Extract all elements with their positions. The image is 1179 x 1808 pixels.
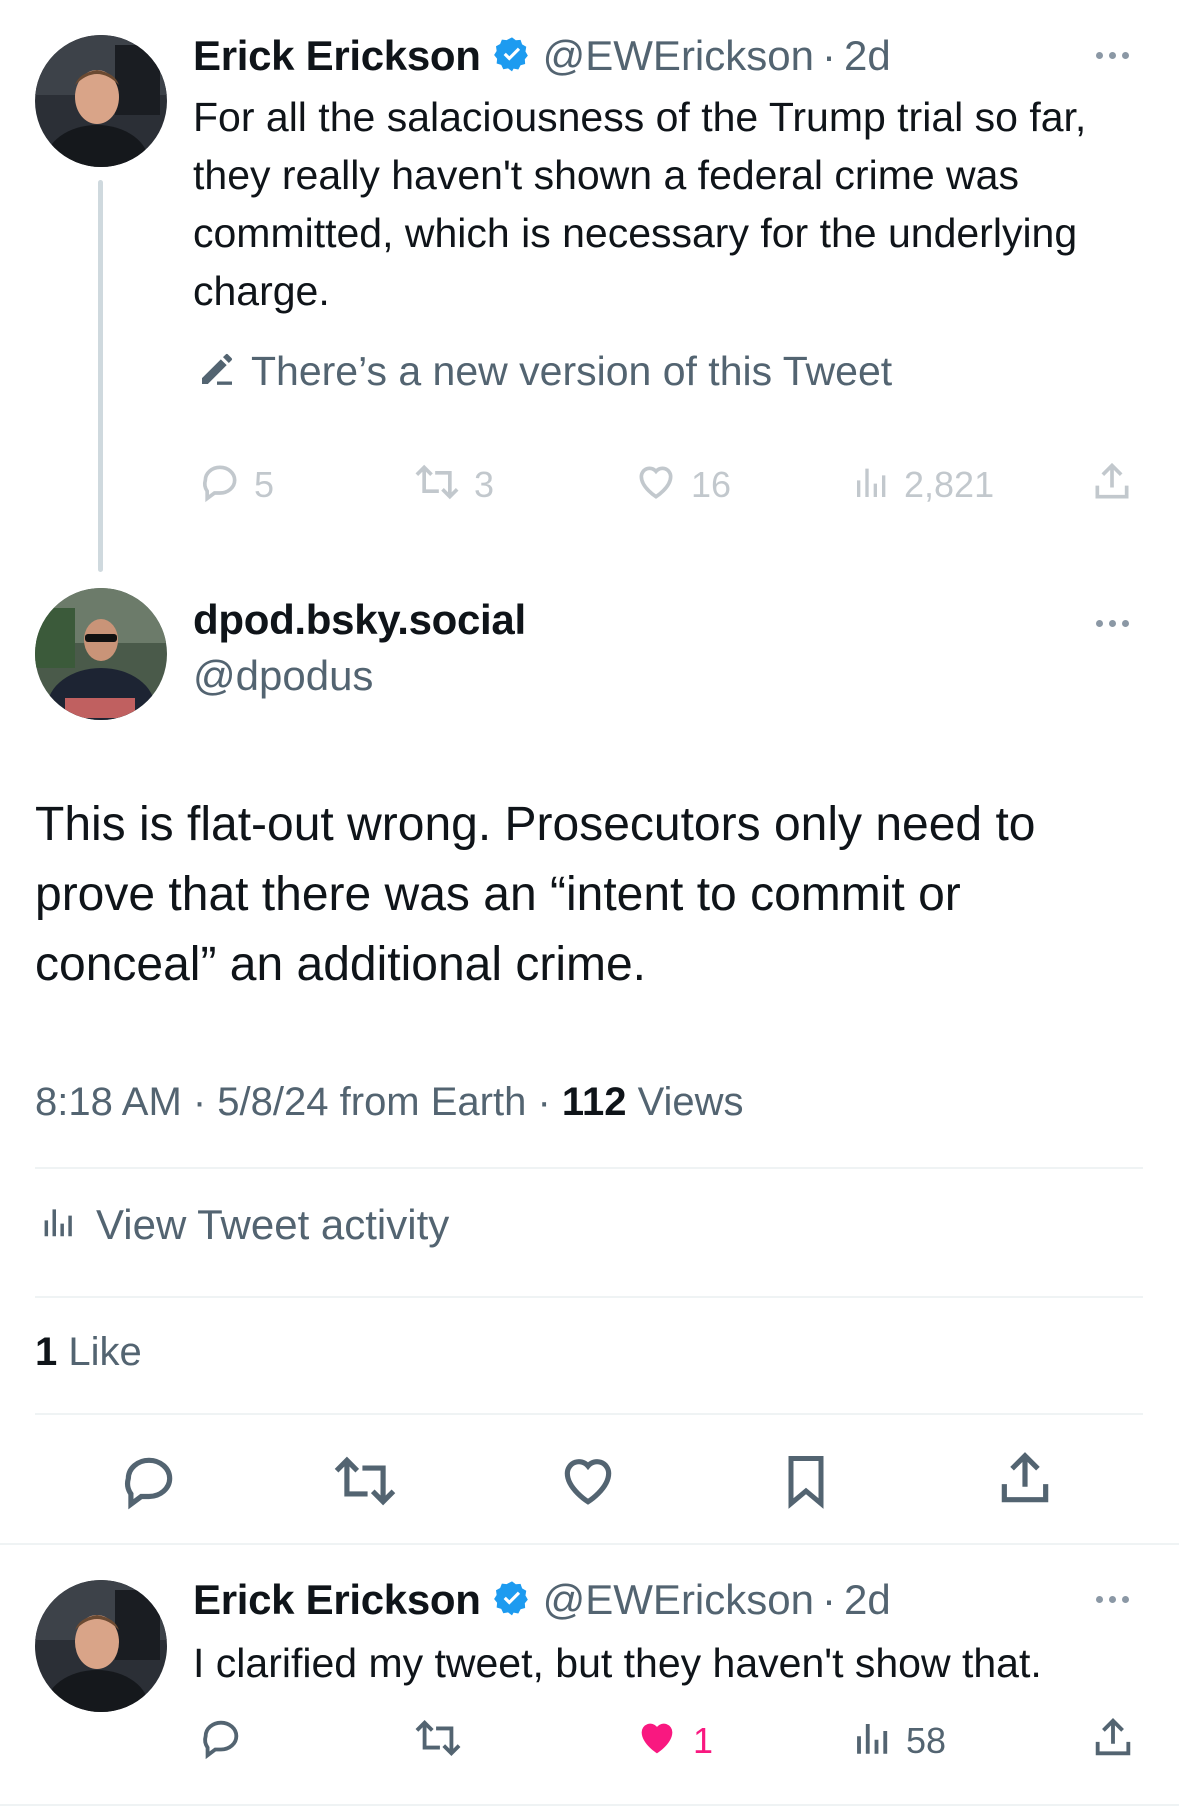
verified-badge-icon bbox=[493, 35, 531, 78]
like-label: Like bbox=[68, 1330, 142, 1374]
views-count: 2,821 bbox=[904, 463, 995, 505]
new-version-text: There’s a new version of this Tweet bbox=[251, 348, 893, 394]
share-icon bbox=[994, 1452, 1056, 1514]
tweet-text: For all the salaciousness of the Trump t… bbox=[193, 94, 1087, 314]
like-count: 1 bbox=[35, 1330, 58, 1374]
author-name[interactable]: Erick Erickson bbox=[193, 1576, 481, 1624]
divider bbox=[35, 1413, 1143, 1415]
pencil-icon bbox=[197, 349, 237, 394]
tweet-meta: 8:18 AM · 5/8/24 from Earth · 112 Views bbox=[35, 1080, 744, 1125]
views-icon bbox=[852, 1715, 894, 1766]
reply-button[interactable]: 5 bbox=[198, 460, 274, 509]
retweet-count: 3 bbox=[474, 463, 495, 505]
thread-line bbox=[98, 180, 103, 572]
heart-icon bbox=[633, 460, 679, 509]
divider bbox=[35, 1167, 1143, 1169]
reply-icon bbox=[198, 460, 242, 509]
reply-icon bbox=[198, 1715, 244, 1766]
tweet-age[interactable]: 2d bbox=[844, 1576, 891, 1624]
bookmark-button[interactable] bbox=[776, 1450, 836, 1517]
more-dots-icon[interactable] bbox=[1096, 1596, 1129, 1603]
like-button[interactable]: 1 bbox=[633, 1715, 713, 1766]
author-name[interactable]: dpod.bsky.social bbox=[193, 596, 526, 644]
divider bbox=[0, 1804, 1179, 1806]
avatar[interactable] bbox=[35, 588, 167, 720]
tweet-age[interactable]: 2d bbox=[844, 32, 891, 80]
more-dots-icon[interactable] bbox=[1096, 620, 1129, 627]
verified-badge-icon bbox=[493, 1579, 531, 1622]
like-count: 16 bbox=[691, 463, 732, 505]
separator: · bbox=[821, 1576, 836, 1623]
views-count: 112 bbox=[561, 1080, 627, 1124]
views-button[interactable]: 2,821 bbox=[852, 460, 994, 509]
more-dots-icon[interactable] bbox=[1096, 52, 1129, 59]
reply-icon bbox=[118, 1457, 180, 1516]
retweet-button[interactable] bbox=[412, 1715, 464, 1766]
tweet-header: Erick Erickson @EWErickson · 2d bbox=[193, 1574, 891, 1626]
avatar[interactable] bbox=[35, 1580, 167, 1712]
heart-icon bbox=[557, 1459, 619, 1516]
share-icon[interactable] bbox=[1090, 460, 1134, 509]
like-button[interactable]: 16 bbox=[633, 460, 731, 509]
author-name[interactable]: Erick Erickson bbox=[193, 32, 481, 80]
retweet-icon bbox=[331, 1456, 399, 1516]
bookmark-icon bbox=[776, 1456, 836, 1516]
views-button[interactable]: 58 bbox=[852, 1715, 946, 1766]
author-handle[interactable]: @dpodus bbox=[193, 652, 373, 700]
divider bbox=[35, 1296, 1143, 1298]
tweet-text: I clarified my tweet, but they haven't s… bbox=[193, 1640, 1042, 1686]
reply-count: 5 bbox=[254, 463, 275, 505]
retweet-icon bbox=[412, 1715, 464, 1766]
reply-button[interactable] bbox=[118, 1450, 180, 1517]
views-icon bbox=[40, 1200, 78, 1249]
reply-button[interactable] bbox=[198, 1715, 244, 1766]
like-button[interactable] bbox=[557, 1450, 619, 1517]
views-label: Views bbox=[637, 1080, 744, 1124]
views-count: 58 bbox=[906, 1719, 947, 1761]
share-icon[interactable] bbox=[1090, 1715, 1136, 1766]
retweet-button[interactable]: 3 bbox=[412, 460, 494, 509]
avatar[interactable] bbox=[35, 35, 167, 167]
retweet-button[interactable] bbox=[331, 1450, 399, 1517]
tweet-header: Erick Erickson @EWErickson · 2d bbox=[193, 30, 891, 82]
author-handle[interactable]: @EWErickson bbox=[543, 32, 814, 80]
likes-summary[interactable]: 1 Like bbox=[35, 1330, 142, 1375]
divider bbox=[0, 1543, 1179, 1545]
retweet-icon bbox=[412, 460, 462, 509]
heart-icon bbox=[633, 1715, 681, 1766]
timestamp[interactable]: 8:18 AM · 5/8/24 from Earth · bbox=[35, 1080, 562, 1124]
views-icon bbox=[852, 460, 892, 509]
share-button[interactable] bbox=[994, 1448, 1056, 1515]
main-tweet-text: This is flat-out wrong. Prosecutors only… bbox=[35, 798, 1036, 991]
separator: · bbox=[821, 32, 836, 79]
activity-label: View Tweet activity bbox=[96, 1200, 450, 1248]
author-handle[interactable]: @EWErickson bbox=[543, 1576, 814, 1624]
view-tweet-activity[interactable]: View Tweet activity bbox=[40, 1200, 449, 1249]
new-version-link[interactable]: There’s a new version of this Tweet bbox=[197, 348, 892, 395]
like-count: 1 bbox=[693, 1719, 714, 1761]
